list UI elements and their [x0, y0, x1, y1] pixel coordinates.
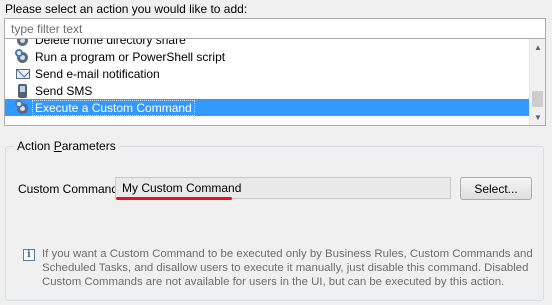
gear-icon — [15, 48, 31, 65]
list-scrollbar[interactable]: ▲ ▼ — [529, 39, 545, 125]
custom-command-value: My Custom Command — [122, 181, 242, 195]
filter-field[interactable] — [4, 18, 546, 39]
info-text: If you want a Custom Command to be execu… — [42, 248, 533, 288]
actions-list-viewport: Delete home directory share Run a progra… — [5, 39, 529, 125]
list-item-label: Send SMS — [35, 83, 93, 98]
list-item-label: Execute a Custom Command — [32, 99, 195, 116]
red-highlight-underline — [116, 197, 232, 200]
list-item-send-email-notification[interactable]: Send e-mail notification — [5, 65, 529, 82]
list-item-label: Run a program or PowerShell script — [35, 49, 226, 64]
list-item-label: Send e-mail notification — [35, 66, 160, 81]
mobile-phone-icon — [15, 83, 31, 99]
custom-command-field: My Custom Command — [115, 177, 451, 199]
gear-icon — [15, 99, 31, 116]
list-item-execute-custom-command[interactable]: Execute a Custom Command — [5, 99, 529, 116]
scroll-up-arrow-icon[interactable]: ▲ — [530, 39, 545, 55]
list-item-send-sms[interactable]: Send SMS — [5, 82, 529, 99]
list-item-run-program-or-powershell-script[interactable]: Run a program or PowerShell script — [5, 48, 529, 65]
action-select-prompt: Please select an action you would like t… — [5, 2, 248, 16]
scroll-down-arrow-icon[interactable]: ▼ — [530, 109, 545, 125]
gear-icon — [15, 39, 31, 48]
filter-input[interactable] — [5, 19, 545, 38]
action-parameters-title: Action Parameters — [14, 139, 119, 153]
custom-command-label: Custom Command: — [18, 182, 122, 196]
info-icon: i — [23, 249, 35, 261]
select-button[interactable]: Select... — [460, 177, 532, 200]
list-item-delete-home-directory-share[interactable]: Delete home directory share — [5, 38, 529, 48]
scroll-thumb[interactable] — [532, 91, 543, 107]
envelope-icon — [15, 66, 31, 82]
list-item-label: Delete home directory share — [35, 38, 186, 47]
actions-list[interactable]: Delete home directory share Run a progra… — [4, 38, 546, 126]
